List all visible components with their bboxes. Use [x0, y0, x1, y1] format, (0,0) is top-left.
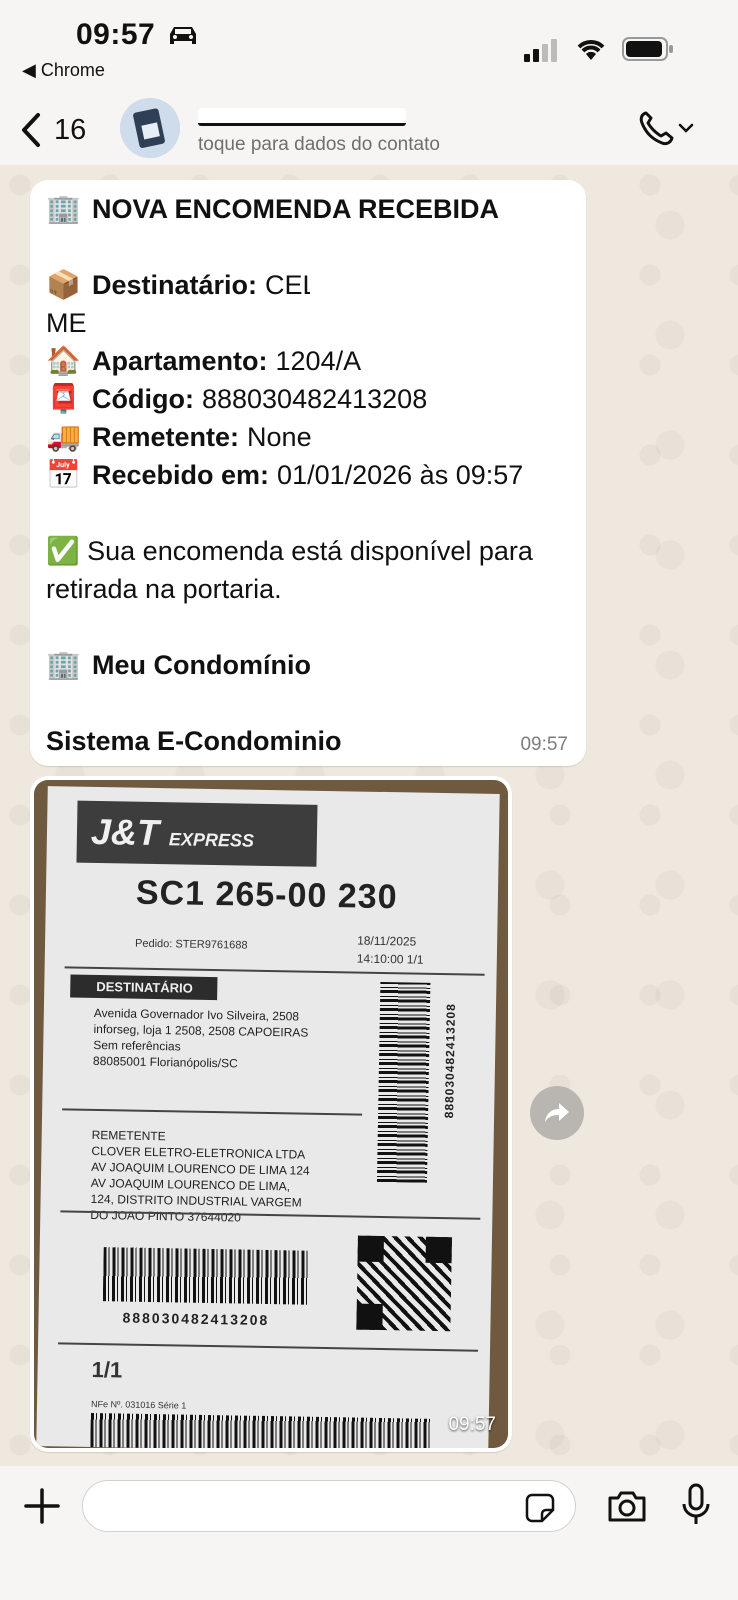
microphone-icon[interactable] [680, 1482, 712, 1528]
message-composer [0, 1466, 738, 1600]
car-icon [170, 27, 196, 44]
received-line: 📅 Recebido em: 01/01/2026 às 09:57 [46, 456, 570, 494]
apartment-value: 1204/A [275, 346, 362, 376]
message-title: 🏢 NOVA ENCOMENDA RECEBIDA [46, 190, 570, 228]
contact-avatar[interactable] [120, 98, 180, 158]
label-date: 18/11/2025 14:10:00 1/1 [356, 933, 424, 967]
qr-code [356, 1235, 452, 1332]
image-message-bubble[interactable]: J&T EXPRESS SC1 265-00 230 Pedido: STER9… [30, 776, 512, 1452]
contact-name-redacted[interactable] [198, 102, 408, 130]
availability-text: ✅ Sua encomenda está disponível para ret… [46, 536, 533, 604]
package-icon: 📦 [46, 269, 81, 300]
barcode [102, 1247, 310, 1305]
wifi-icon [577, 40, 605, 60]
back-button[interactable]: 16 [18, 108, 86, 152]
vertical-barcode-number: 888030482413208 [442, 1003, 459, 1119]
truck-icon: 🚚 [46, 421, 81, 452]
house-icon: 🏠 [46, 345, 81, 376]
camera-icon[interactable] [606, 1488, 648, 1524]
chevron-left-icon [22, 113, 40, 147]
vertical-barcode [376, 981, 431, 1183]
image-timestamp: 09:57 [448, 1414, 496, 1435]
unread-count: 16 [54, 113, 87, 146]
phone-icon [639, 111, 674, 146]
code-line: 📮 Código: 888030482413208 [46, 380, 570, 418]
battery-icon [622, 37, 673, 61]
recipient-line: 📦 Destinatário: CELIO JOSE [46, 266, 570, 304]
signal-icon [524, 39, 557, 62]
shipping-label: J&T EXPRESS SC1 265-00 230 Pedido: STER9… [36, 786, 500, 1448]
apartment-line: 🏠 Apartamento: 1204/A [46, 342, 570, 380]
signature-line: Sistema E-Condominio [46, 726, 342, 756]
chevron-down-icon [678, 123, 694, 133]
sender-line: 🚚 Remetente: None [46, 418, 570, 456]
barcode-number: 888030482413208 [122, 1309, 270, 1329]
shipping-label-photo[interactable]: J&T EXPRESS SC1 265-00 230 Pedido: STER9… [34, 780, 508, 1448]
clock: 09:57 [76, 18, 156, 51]
home-indicator [244, 1584, 494, 1592]
carrier-logo: J&T EXPRESS [76, 800, 318, 867]
condo-line: 🏢 Meu Condomínio [46, 646, 570, 684]
forward-arrow-icon [545, 1103, 569, 1122]
code-value: 888030482413208 [201, 384, 428, 414]
sort-code: SC1 265-00 230 [135, 873, 398, 917]
plus-icon[interactable] [22, 1486, 62, 1526]
recipient-address: Avenida Governador Ivo Silveira, 2508 in… [92, 1005, 309, 1071]
sticker-icon[interactable] [524, 1492, 556, 1524]
recipient-line-2: MEDEIROS [46, 304, 570, 342]
received-value: 01/01/2026 às 09:57 [277, 460, 524, 490]
calendar-icon: 📅 [46, 459, 81, 490]
page-number: 1/1 [91, 1356, 123, 1383]
building-icon: 🏢 [46, 193, 81, 224]
recipient-tag: DESTINATÁRIO [70, 974, 218, 1001]
contact-subtitle[interactable]: toque para dados do contato [198, 134, 440, 156]
building-icon: 🏢 [46, 649, 81, 680]
status-bar: 09:57 ◀ Chrome [0, 0, 738, 90]
invoice-number: NFe Nº. 031016 Série 1 [90, 1398, 187, 1411]
call-button[interactable] [636, 108, 706, 148]
message-input[interactable] [82, 1480, 576, 1532]
message-bubble[interactable]: 🏢 NOVA ENCOMENDA RECEBIDA 📦 Destinatário… [30, 180, 586, 766]
recipient-value: CELIO JOSE [265, 266, 425, 304]
chat-header: 16 toque para dados do contato [0, 90, 738, 168]
order-number: Pedido: STER9761688 [134, 937, 248, 952]
message-timestamp: 09:57 [520, 734, 568, 755]
package-avatar-icon [120, 98, 180, 158]
forward-button[interactable] [530, 1086, 584, 1140]
back-to-app-link[interactable]: ◀ Chrome [22, 60, 105, 81]
bottom-barcode [90, 1412, 431, 1448]
check-mark-icon: ✅ [46, 536, 80, 566]
sender-value: None [247, 422, 312, 452]
postbox-icon: 📮 [46, 383, 81, 414]
